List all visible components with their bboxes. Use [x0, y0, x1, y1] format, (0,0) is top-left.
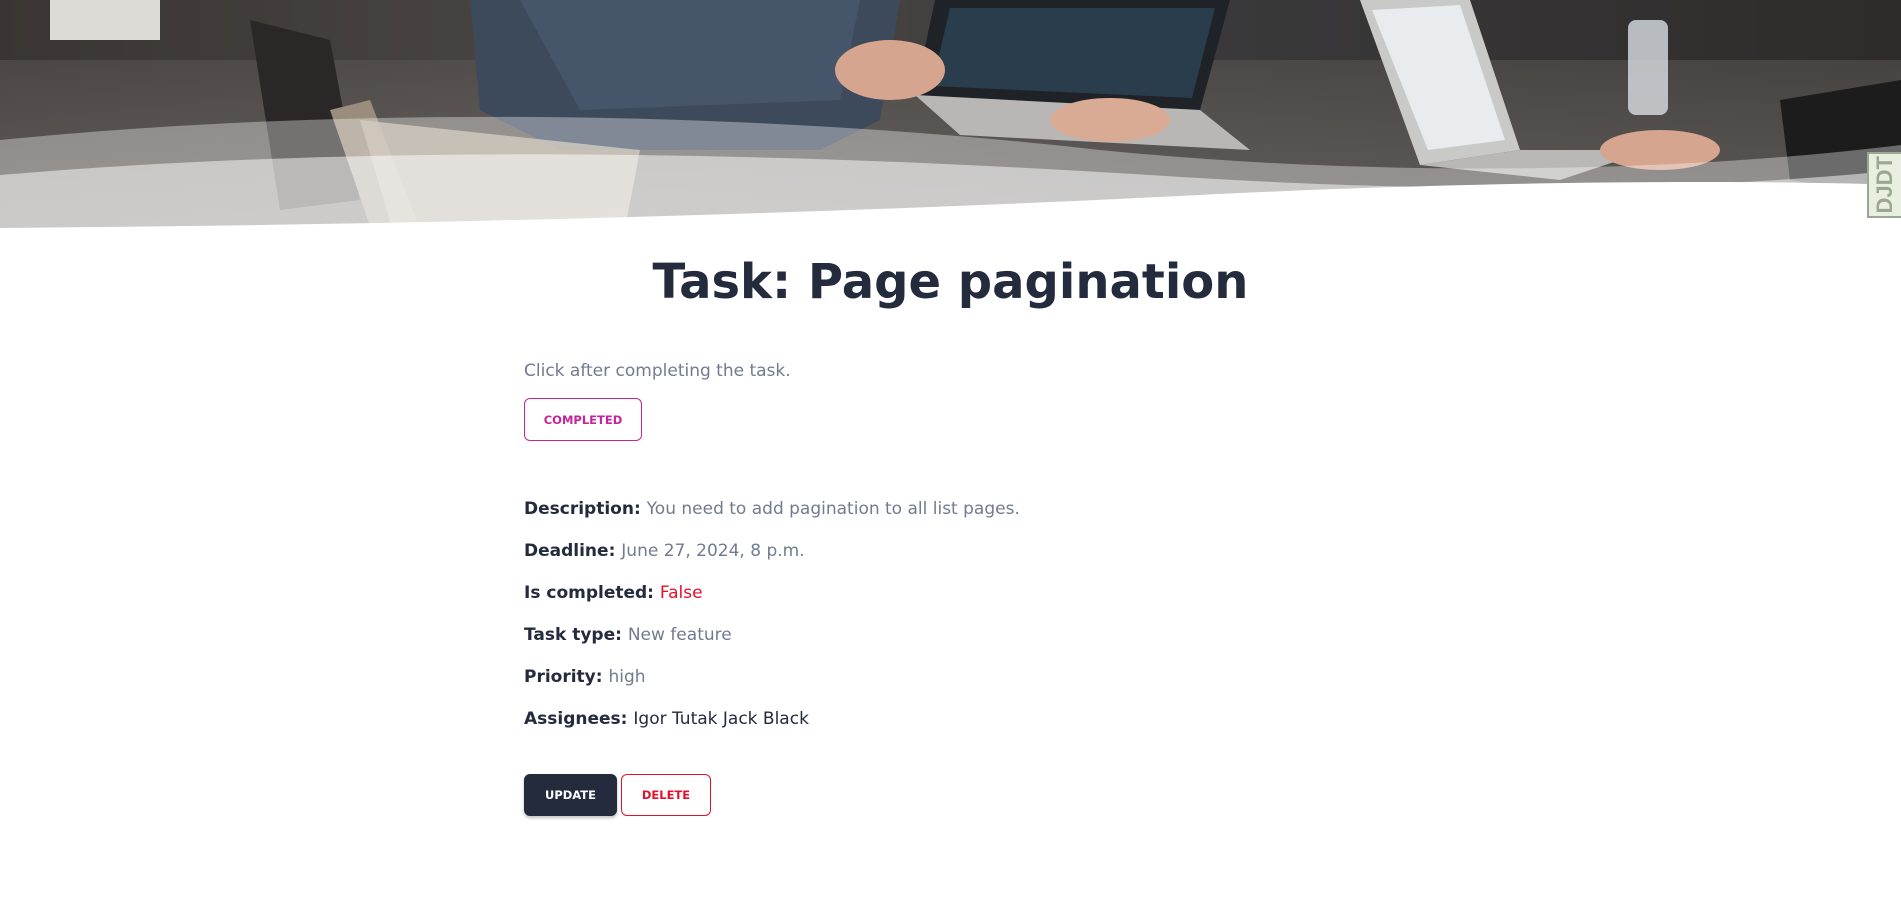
deadline-value: June 27, 2024, 8 p.m. — [621, 541, 805, 561]
task-detail-page: DJDT Task: Page pagination Click after c… — [0, 0, 1901, 907]
completed-button[interactable]: COMPLETED — [524, 398, 642, 441]
is-completed-value: False — [659, 583, 703, 603]
task-type-label: Task type: — [524, 625, 628, 645]
detail-deadline: Deadline: June 27, 2024, 8 p.m. — [524, 539, 1424, 563]
task-type-value: New feature — [627, 625, 732, 645]
detail-assignees: Assignees: Igor Tutak Jack Black — [524, 707, 1424, 731]
detail-description: Description: You need to add pagination … — [524, 497, 1424, 521]
delete-button[interactable]: DELETE — [621, 774, 711, 816]
update-button[interactable]: UPDATE — [524, 774, 617, 816]
detail-task-type: Task type: New feature — [524, 623, 1424, 647]
task-actions: UPDATE DELETE — [524, 774, 1424, 816]
debug-toolbar-label: DJDT — [1872, 156, 1897, 214]
assignees-label: Assignees: — [524, 709, 634, 729]
assignees-value: Igor Tutak Jack Black — [633, 709, 809, 729]
detail-is-completed: Is completed: False — [524, 581, 1424, 605]
is-completed-label: Is completed: — [524, 583, 660, 603]
debug-toolbar-handle[interactable]: DJDT — [1867, 152, 1901, 218]
hero-banner: DJDT — [0, 0, 1901, 255]
description-label: Description: — [524, 499, 647, 519]
task-detail-content: Click after completing the task. COMPLET… — [524, 355, 1424, 816]
priority-label: Priority: — [524, 667, 609, 687]
hero-image — [0, 0, 1901, 255]
page-title: Task: Page pagination — [652, 254, 1249, 310]
description-value: You need to add pagination to all list p… — [646, 499, 1020, 519]
task-details: Description: You need to add pagination … — [524, 497, 1424, 731]
deadline-label: Deadline: — [524, 541, 622, 561]
priority-value: high — [608, 667, 646, 687]
detail-priority: Priority: high — [524, 665, 1424, 689]
completion-hint: Click after completing the task. — [524, 361, 791, 381]
